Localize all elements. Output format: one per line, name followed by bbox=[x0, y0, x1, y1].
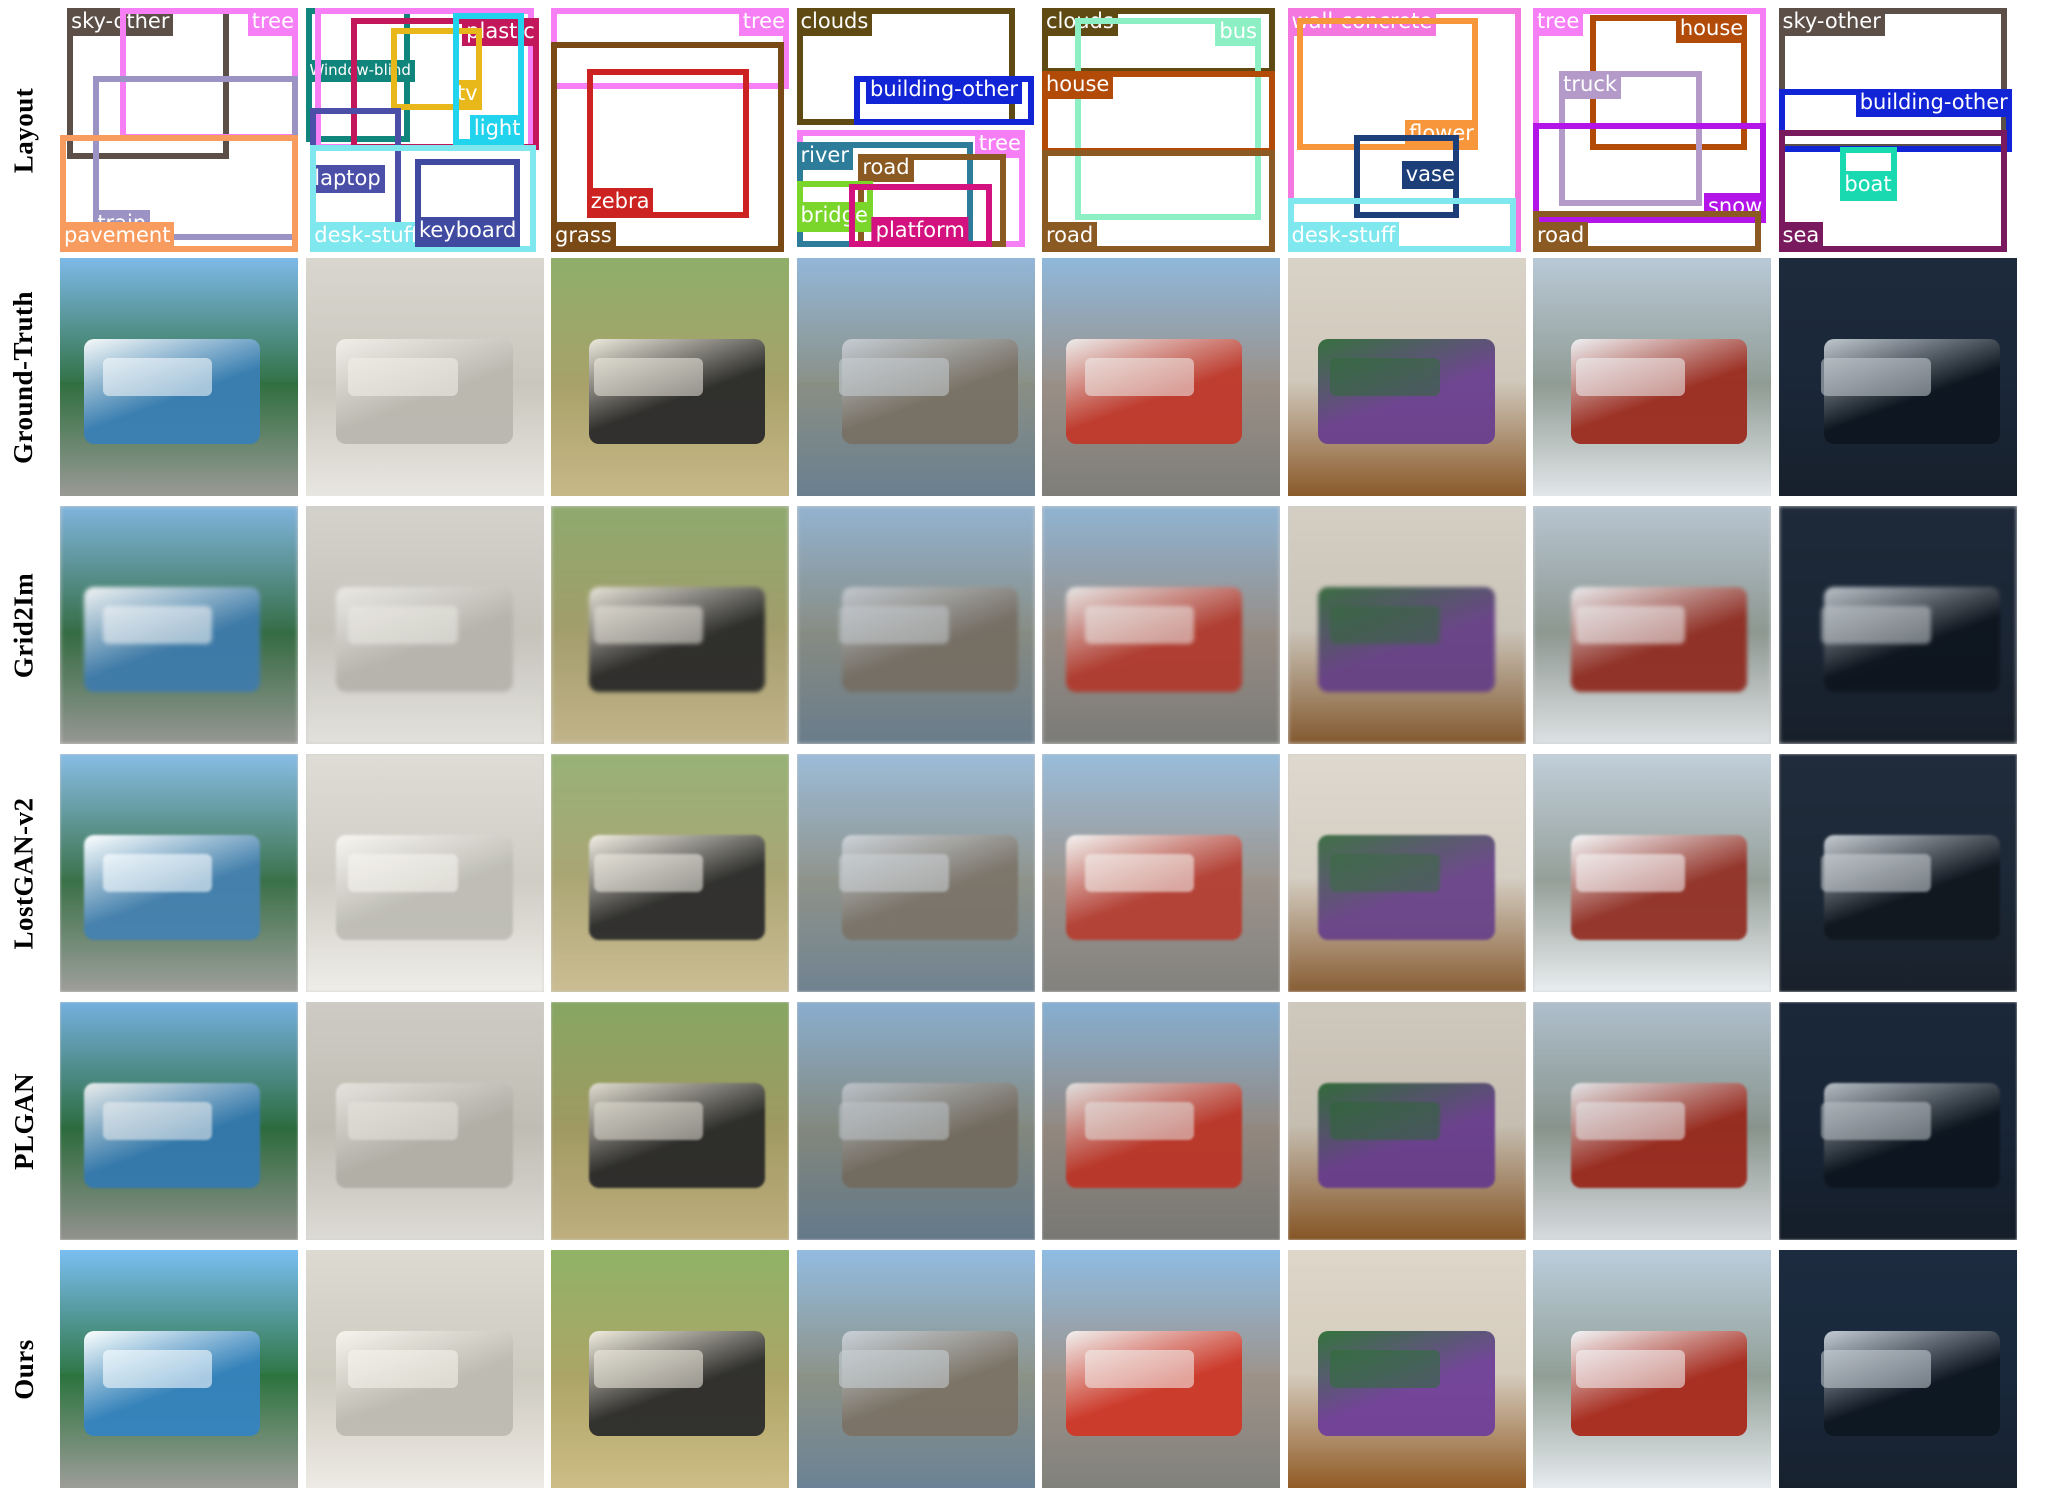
image-grid2im-col3 bbox=[551, 506, 789, 744]
image-lostgan-v2-col2 bbox=[305, 754, 544, 992]
image-ground-truth-col2 bbox=[305, 258, 544, 496]
layout-label-building-other: building-other bbox=[866, 76, 1023, 105]
layout-label-platform: platform bbox=[871, 217, 969, 246]
image-lostgan-v2-col6 bbox=[1287, 754, 1526, 992]
layout-label-tree: tree bbox=[738, 8, 789, 36]
image-lostgan-v2-col4 bbox=[796, 754, 1035, 992]
image-plgan-col4 bbox=[796, 1002, 1035, 1240]
image-grid2im-col1 bbox=[60, 506, 298, 744]
image-ours-col1 bbox=[60, 1250, 298, 1488]
layout-cell-col4: clouds building-other tree river road bridge p… bbox=[796, 8, 1035, 252]
layout-cell-col7: tree house truck snow road bbox=[1533, 8, 1771, 252]
image-ours-col7 bbox=[1533, 1250, 1771, 1488]
layout-label-house: house bbox=[1675, 15, 1748, 44]
image-ground-truth-col5 bbox=[1042, 258, 1280, 496]
row-label-ground-truth: Ground-Truth bbox=[0, 258, 48, 496]
figure-root: Layout Ground-Truth Grid2Im LostGAN-v2 PLGAN… bbox=[0, 0, 2048, 1497]
layout-cell-col2: Window-blind plastic tv light laptop desk-stu… bbox=[305, 8, 544, 252]
image-ours-col3 bbox=[551, 1250, 789, 1488]
image-ground-truth-col8 bbox=[1778, 258, 2017, 496]
image-plgan-col2 bbox=[305, 1002, 544, 1240]
row-label-layout: Layout bbox=[0, 8, 48, 252]
row-label-text: Ours bbox=[8, 1338, 39, 1400]
image-ground-truth-col1 bbox=[60, 258, 298, 496]
layout-label-road: road bbox=[1533, 222, 1589, 250]
image-lostgan-v2-col7 bbox=[1533, 754, 1771, 992]
layout-label-truck: truck bbox=[1559, 71, 1622, 100]
image-ours-col4 bbox=[796, 1250, 1035, 1488]
image-ground-truth-col7 bbox=[1533, 258, 1771, 496]
layout-cell-col8: sky-other building-other sea boat bbox=[1778, 8, 2017, 252]
image-plgan-col6 bbox=[1287, 1002, 1526, 1240]
row-label-text: PLGAN bbox=[8, 1072, 39, 1170]
image-plgan-col3 bbox=[551, 1002, 789, 1240]
layout-label-clouds: clouds bbox=[796, 8, 873, 36]
layout-label-building-other: building-other bbox=[1855, 88, 2012, 117]
layout-label-sea: sea bbox=[1778, 222, 1824, 250]
layout-label-house: house bbox=[1042, 71, 1114, 100]
image-lostgan-v2-col5 bbox=[1042, 754, 1280, 992]
layout-cell-col1: sky-othertreetrainpavement bbox=[60, 8, 298, 252]
image-grid2im-col5 bbox=[1042, 506, 1280, 744]
image-grid2im-col2 bbox=[305, 506, 544, 744]
layout-cell-col3: tree grass zebra bbox=[551, 8, 789, 252]
image-grid2im-col8 bbox=[1778, 506, 2017, 744]
layout-label-bus: bus bbox=[1215, 17, 1261, 46]
layout-label-river: river bbox=[796, 142, 853, 171]
row-label-plgan: PLGAN bbox=[0, 1002, 48, 1240]
layout-cell-col5: clouds bus house road bbox=[1042, 8, 1280, 252]
layout-label-vase: vase bbox=[1401, 161, 1459, 190]
image-grid2im-col6 bbox=[1287, 506, 1526, 744]
layout-label-sky-other: sky-other bbox=[1778, 8, 1885, 36]
image-plgan-col8 bbox=[1778, 1002, 2017, 1240]
image-grid2im-col7 bbox=[1533, 506, 1771, 744]
row-label-text: LostGAN-v2 bbox=[8, 797, 39, 949]
row-label-text: Ground-Truth bbox=[8, 290, 39, 464]
image-plgan-col7 bbox=[1533, 1002, 1771, 1240]
image-plgan-col1 bbox=[60, 1002, 298, 1240]
image-ours-col6 bbox=[1287, 1250, 1526, 1488]
image-ours-col5 bbox=[1042, 1250, 1280, 1488]
image-lostgan-v2-col1 bbox=[60, 754, 298, 992]
layout-label-pavement: pavement bbox=[60, 222, 175, 250]
image-grid2im-col4 bbox=[796, 506, 1035, 744]
layout-label-road: road bbox=[858, 154, 914, 183]
image-lostgan-v2-col3 bbox=[551, 754, 789, 992]
layout-label-grass: grass bbox=[551, 222, 616, 250]
image-ours-col2 bbox=[305, 1250, 544, 1488]
layout-label-desk-stuff: desk-stuff bbox=[1287, 222, 1400, 250]
layout-label-light: light bbox=[469, 114, 525, 143]
layout-label-boat: boat bbox=[1840, 170, 1896, 199]
layout-cell-col6: wall-concrete flower vase desk-stuff bbox=[1287, 8, 1526, 252]
image-lostgan-v2-col8 bbox=[1778, 754, 2017, 992]
layout-label-zebra: zebra bbox=[586, 187, 654, 216]
layout-label-keyboard: keyboard bbox=[414, 217, 521, 246]
image-plgan-col5 bbox=[1042, 1002, 1280, 1240]
layout-label-desk-stuff: desk-stuff bbox=[310, 222, 423, 250]
row-label-grid2im: Grid2Im bbox=[0, 506, 48, 744]
image-ground-truth-col3 bbox=[551, 258, 789, 496]
image-ground-truth-col6 bbox=[1287, 258, 1526, 496]
row-label-ours: Ours bbox=[0, 1250, 48, 1488]
image-ours-col8 bbox=[1778, 1250, 2017, 1488]
layout-label-road: road bbox=[1042, 222, 1098, 250]
row-label-lostgan-v2: LostGAN-v2 bbox=[0, 754, 48, 992]
image-ground-truth-col4 bbox=[796, 258, 1035, 496]
row-label-text: Grid2Im bbox=[8, 572, 39, 678]
layout-label-tree: tree bbox=[247, 8, 298, 36]
row-label-text: Layout bbox=[8, 87, 39, 173]
layout-label-tree: tree bbox=[1533, 8, 1584, 36]
